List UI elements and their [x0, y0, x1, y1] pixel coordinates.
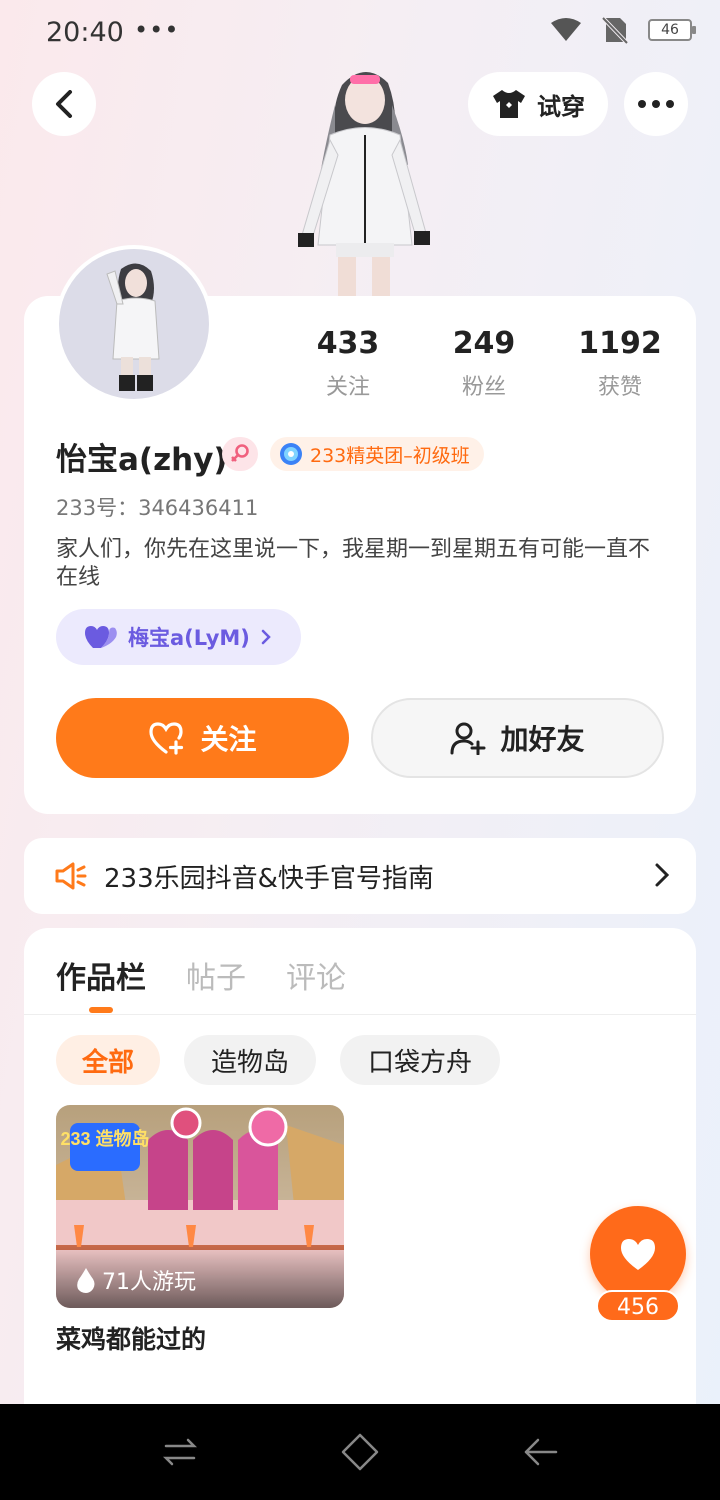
- medal-icon: [280, 443, 302, 465]
- following-stat[interactable]: 433 关注: [288, 326, 408, 401]
- tab-works[interactable]: 作品栏: [56, 953, 146, 997]
- play-count: 71人游玩: [76, 1264, 196, 1296]
- heart-plus-icon: [149, 722, 184, 755]
- add-friend-button[interactable]: 加好友: [371, 698, 664, 778]
- followers-label: 粉丝: [461, 375, 506, 400]
- tab-indicator: [89, 1007, 113, 1013]
- try-on-button[interactable]: 试穿: [468, 72, 608, 136]
- like-button[interactable]: [590, 1206, 686, 1302]
- status-icons: 46: [550, 16, 696, 44]
- heart-icon: [621, 1239, 655, 1270]
- nav-menu-icon[interactable]: [160, 1432, 200, 1472]
- pair-name: 梅宝a(LyM): [128, 626, 250, 650]
- more-icon: [638, 100, 674, 108]
- following-count: 433: [316, 326, 380, 361]
- system-nav-bar: [0, 1404, 720, 1500]
- no-sim-icon: [602, 16, 628, 44]
- work-title[interactable]: 菜鸡都能过的: [56, 1320, 206, 1356]
- notice-text: 233乐园抖音&快手官号指南: [104, 863, 434, 894]
- nav-back-icon[interactable]: [520, 1432, 560, 1472]
- play-count-text: 71人游玩: [102, 1270, 196, 1295]
- likes-label: 获赞: [597, 375, 642, 400]
- chevron-right-icon: [261, 629, 271, 645]
- pair-chip[interactable]: 梅宝a(LyM): [56, 609, 301, 665]
- notice-banner[interactable]: 233乐园抖音&快手官号指南: [24, 838, 696, 914]
- avatar-image: [106, 263, 160, 391]
- megaphone-icon: [55, 862, 87, 890]
- tabs-divider: [24, 1014, 696, 1015]
- tab-posts[interactable]: 帖子: [186, 953, 246, 997]
- user-id[interactable]: 233号：346436411: [56, 492, 258, 522]
- fire-icon: [77, 1268, 95, 1293]
- try-on-label: 试穿: [537, 92, 585, 121]
- likes-stat[interactable]: 1192 获赞: [560, 326, 680, 401]
- likes-count: 1192: [578, 326, 662, 361]
- filter-all[interactable]: 全部: [56, 1035, 160, 1085]
- group-tag-badge[interactable]: 233精英团–初级班: [270, 437, 484, 471]
- tab-comments[interactable]: 评论: [286, 953, 346, 997]
- filter-pocket-ark[interactable]: 口袋方舟: [340, 1035, 500, 1085]
- tshirt-icon: [493, 90, 525, 118]
- heart-icon: [85, 626, 117, 648]
- gender-badge: [222, 437, 258, 471]
- avatar[interactable]: [55, 245, 213, 403]
- avatar-3d-figure[interactable]: [280, 55, 450, 300]
- female-icon: [231, 444, 249, 462]
- status-time: 20:40: [46, 17, 124, 48]
- back-icon: [56, 90, 72, 118]
- thumb-logo: 233 造物岛: [60, 1128, 149, 1149]
- status-more-dots: •••: [134, 16, 180, 44]
- follow-label: 关注: [200, 723, 257, 756]
- filter-creation-island[interactable]: 造物岛: [184, 1035, 316, 1085]
- nav-home-icon[interactable]: [340, 1432, 380, 1472]
- followers-count: 249: [452, 326, 516, 361]
- more-button[interactable]: [624, 72, 688, 136]
- wifi-icon: [551, 18, 581, 41]
- group-tag-label: 233精英团–初级班: [310, 444, 470, 467]
- back-button[interactable]: [32, 72, 96, 136]
- battery-icon: 46: [648, 19, 696, 41]
- followers-stat[interactable]: 249 粉丝: [424, 326, 544, 401]
- add-friend-label: 加好友: [500, 723, 585, 756]
- bio: 家人们，你先在这里说一下，我星期一到星期五有可能一直不在线: [56, 537, 651, 590]
- follow-button[interactable]: 关注: [56, 698, 349, 778]
- chevron-right-icon: [655, 863, 670, 887]
- following-label: 关注: [325, 375, 370, 400]
- username: 怡宝a(zhy): [56, 442, 228, 478]
- like-count: 456: [596, 1290, 680, 1322]
- user-plus-icon: [450, 722, 486, 755]
